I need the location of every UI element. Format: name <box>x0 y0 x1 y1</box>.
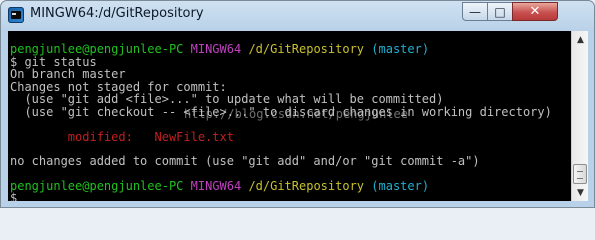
modified-label: modified: <box>10 130 155 144</box>
maximize-icon: □ <box>494 4 506 19</box>
scroll-down-arrow-icon[interactable]: ▼ <box>573 185 588 200</box>
minimize-button[interactable]: — <box>462 2 488 21</box>
close-button[interactable]: ✕ <box>512 2 558 21</box>
title-bar[interactable]: MINGW64:/d/GitRepository — □ ✕ <box>1 1 594 29</box>
prompt-branch: (master) <box>371 42 430 56</box>
scroll-up-arrow-icon[interactable]: ▲ <box>573 32 588 47</box>
minimize-icon: — <box>469 4 481 19</box>
watermark: http://blog.csdn.net/pengjunlee <box>184 107 408 121</box>
terminal-output[interactable]: pengjunlee@pengjunlee-PC MINGW64 /d/GitR… <box>8 31 571 201</box>
modified-line: modified: NewFile.txt <box>10 131 234 144</box>
scrollbar-thumb[interactable] <box>573 164 587 184</box>
prompt-user: pengjunlee@pengjunlee-PC <box>10 179 184 193</box>
prompt-env: MINGW64 <box>190 42 242 56</box>
prompt-env: MINGW64 <box>190 179 242 193</box>
prompt-path: /d/GitRepository <box>248 179 365 193</box>
window-title: MINGW64:/d/GitRepository <box>30 6 204 21</box>
modified-file: NewFile.txt <box>154 130 234 144</box>
prompt-line: pengjunlee@pengjunlee-PC MINGW64 /d/GitR… <box>10 180 429 193</box>
terminal-app-icon[interactable] <box>8 7 24 23</box>
prompt-branch: (master) <box>371 179 430 193</box>
input-prompt[interactable]: $ <box>10 192 17 202</box>
prompt-path: /d/GitRepository <box>248 42 365 56</box>
vertical-scrollbar[interactable]: ▲ ▼ <box>571 31 588 201</box>
maximize-button[interactable]: □ <box>487 2 513 21</box>
close-icon: ✕ <box>529 4 541 19</box>
terminal-window: MINGW64:/d/GitRepository — □ ✕ pengjunle… <box>0 0 595 208</box>
prompt-user: pengjunlee@pengjunlee-PC <box>10 42 184 56</box>
output-line: no changes added to commit (use "git add… <box>10 154 480 168</box>
